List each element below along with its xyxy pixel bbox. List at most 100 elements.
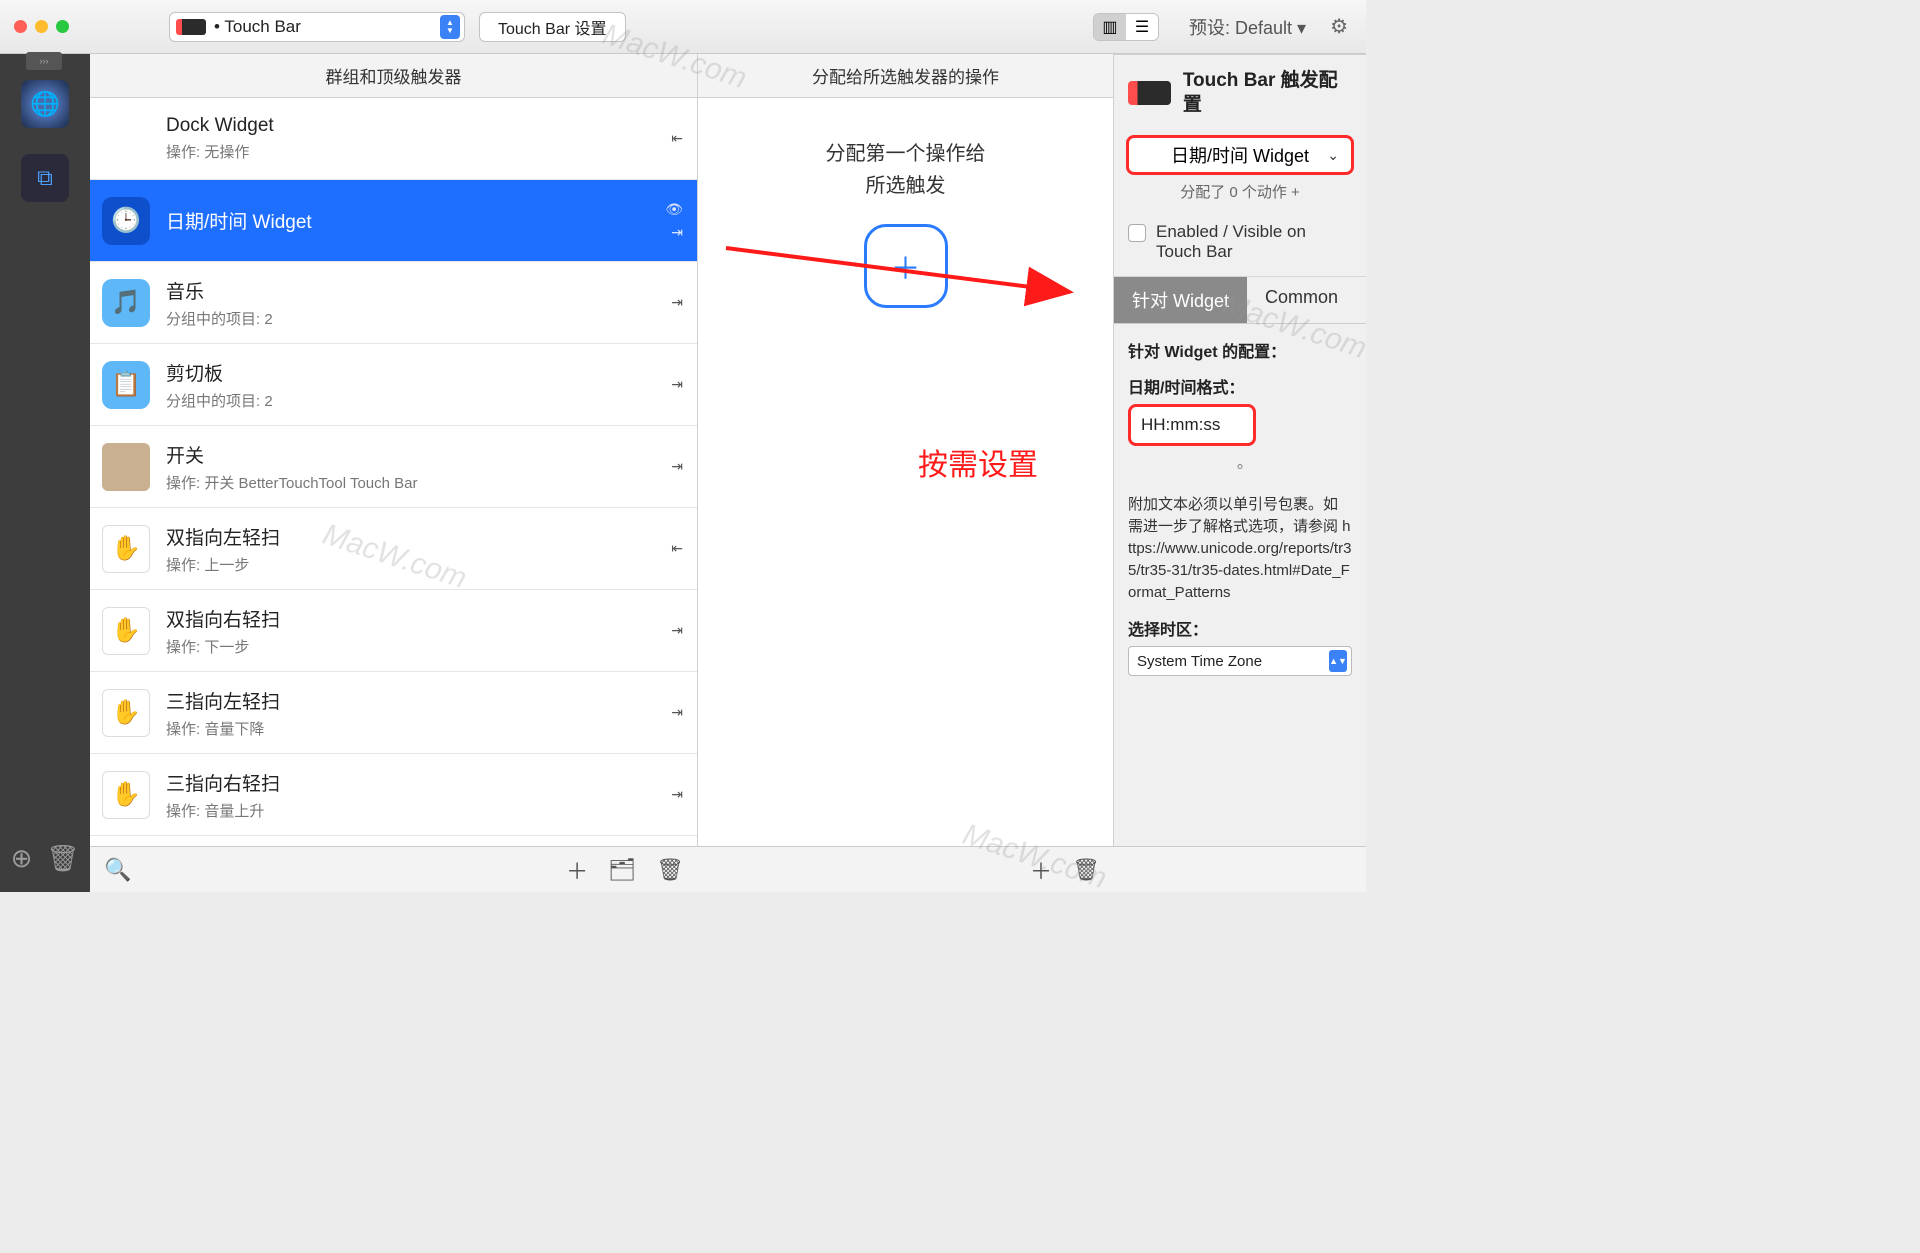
- timezone-select[interactable]: System Time Zone ▲▼: [1128, 646, 1352, 676]
- hand-icon: ✋: [102, 771, 150, 819]
- trigger-row[interactable]: ✋三指向左轻扫操作: 音量下降⇥: [90, 672, 697, 754]
- format-help-text: 附加文本必须以单引号包裹。如需进一步了解格式选项，请参阅 https://www…: [1128, 494, 1352, 604]
- trigger-title: Dock Widget: [166, 115, 274, 137]
- close-icon[interactable]: [14, 20, 27, 33]
- none-icon: [102, 115, 150, 163]
- titlebar: • Touch Bar ▲▼ Touch Bar 设置 ▥ ☰ 预设: Defa…: [0, 0, 1366, 54]
- inspector-toolbar: [1114, 846, 1366, 892]
- avatar-icon: [102, 443, 150, 491]
- add-action-button[interactable]: ＋: [864, 224, 948, 308]
- trigger-subtitle: 分组中的项目: 2: [166, 308, 273, 329]
- trigger-tail-icons: ⇤: [671, 130, 683, 147]
- chevron-updown-icon: ▲▼: [440, 15, 460, 39]
- folder-music-icon: 🎵: [102, 279, 150, 327]
- globe-app-icon[interactable]: 🌐: [21, 80, 69, 128]
- add-action-button-small[interactable]: ＋: [1030, 854, 1052, 886]
- enabled-checkbox-row[interactable]: Enabled / Visible on Touch Bar: [1114, 216, 1366, 277]
- actions-header: 分配给所选触发器的操作: [698, 54, 1113, 98]
- trigger-row[interactable]: 🕒 日期/时间 Widget 👁⇥: [90, 180, 697, 262]
- delete-trigger-button[interactable]: 🗑: [656, 857, 684, 883]
- chevron-down-icon: ⌄: [1327, 147, 1339, 164]
- trigger-row[interactable]: 🎵音乐分组中的项目: 2⇥: [90, 262, 697, 344]
- enabled-label: Enabled / Visible on Touch Bar: [1156, 222, 1352, 262]
- folder-clip-icon: 📋: [102, 361, 150, 409]
- trigger-tail-icons: 👁⇥: [665, 201, 683, 241]
- trigger-subtitle: 操作: 下一步: [166, 636, 280, 657]
- clock-icon: 🕒: [102, 197, 150, 245]
- annotation-text: 按需设置: [918, 440, 1038, 484]
- timezone-label: 选择时区：: [1128, 616, 1352, 640]
- checkbox-icon[interactable]: [1128, 224, 1146, 242]
- widget-config: 针对 Widget 的配置： 日期/时间格式： HH:mm:ss ∘ 附加文本必…: [1114, 324, 1366, 690]
- assign-message: 分配第一个操作给 所选触发: [826, 138, 986, 202]
- tab-widget[interactable]: 针对 Widget: [1114, 277, 1247, 323]
- zoom-icon[interactable]: [56, 20, 69, 33]
- add-trigger-button[interactable]: ＋: [566, 854, 588, 886]
- app-sidebar: ››› 🌐 ⧉ ⊕ 🗑: [0, 54, 90, 892]
- view-list-icon[interactable]: ☰: [1126, 14, 1158, 40]
- trigger-tail-icons: ⇥: [671, 622, 683, 639]
- divider-dot: ∘: [1128, 456, 1352, 476]
- touchbar-selector[interactable]: • Touch Bar ▲▼: [169, 12, 465, 42]
- hand-icon: ✋: [102, 689, 150, 737]
- delete-action-button[interactable]: 🗑: [1072, 857, 1100, 883]
- trigger-row[interactable]: ✋ 三指向右轻扫操作: 音量上升 ⇥: [90, 754, 697, 836]
- chevron-updown-icon: ▲▼: [1329, 650, 1347, 672]
- view-mode-segmented[interactable]: ▥ ☰: [1093, 13, 1159, 41]
- widget-type-dropdown[interactable]: 日期/时间 Widget ⌄: [1126, 135, 1354, 175]
- trigger-row[interactable]: 开关操作: 开关 BetterTouchTool Touch Bar ⇥: [90, 426, 697, 508]
- view-columns-icon[interactable]: ▥: [1094, 14, 1126, 40]
- inspector-tabs: 针对 Widget Common: [1114, 277, 1366, 324]
- trigger-title: 三指向右轻扫: [166, 769, 280, 796]
- trigger-tail-icons: ⇥: [671, 376, 683, 393]
- trigger-tail-icons: ⇤: [671, 540, 683, 557]
- trigger-row[interactable]: 📋 剪切板分组中的项目: 2 ⇥: [90, 344, 697, 426]
- trigger-row[interactable]: ✋双指向左轻扫操作: 上一步⇤: [90, 508, 697, 590]
- assign-message-l2: 所选触发: [826, 170, 986, 202]
- trigger-title: 双指向左轻扫: [166, 523, 280, 550]
- trigger-subtitle: 分组中的项目: 2: [166, 390, 273, 411]
- trigger-title: 开关: [166, 441, 418, 468]
- trigger-row[interactable]: Dock Widget 操作: 无操作 ⇤: [90, 98, 697, 180]
- assign-action-area: 分配第一个操作给 所选触发 ＋: [698, 98, 1113, 846]
- triggers-toolbar: 🔍 ＋ 🗂 🗑: [90, 846, 698, 892]
- touchbar-icon: [176, 19, 206, 35]
- inspector-panel: Touch Bar 触发配置 日期/时间 Widget ⌄ 分配了 0 个动作 …: [1114, 54, 1366, 846]
- hand-icon: ✋: [102, 607, 150, 655]
- trigger-title: 音乐: [166, 277, 273, 304]
- minimize-icon[interactable]: [35, 20, 48, 33]
- trigger-subtitle: 操作: 无操作: [166, 141, 274, 162]
- search-icon[interactable]: 🔍: [104, 857, 131, 883]
- touchbar-selector-label: • Touch Bar: [214, 17, 301, 37]
- folder-icon[interactable]: 🗂: [608, 857, 636, 883]
- trigger-row[interactable]: ✋ 双指向右轻扫操作: 下一步 ⇥: [90, 590, 697, 672]
- add-app-button[interactable]: ⊕: [11, 843, 33, 874]
- touchbar-settings-button[interactable]: Touch Bar 设置: [479, 12, 626, 42]
- trigger-title: 双指向右轻扫: [166, 605, 280, 632]
- gear-icon[interactable]: ⚙: [1330, 14, 1348, 39]
- trigger-subtitle: 操作: 上一步: [166, 554, 280, 575]
- triggers-column: 群组和顶级触发器 Dock Widget 操作: 无操作 ⇤ 🕒 日期/时间 Widge…: [90, 54, 698, 846]
- trigger-subtitle: 操作: 开关 BetterTouchTool Touch Bar: [166, 472, 418, 493]
- date-format-input[interactable]: HH:mm:ss: [1128, 404, 1256, 446]
- window-controls: [14, 20, 69, 33]
- trigger-tail-icons: ⇥: [671, 458, 683, 475]
- triggers-header: 群组和顶级触发器: [90, 54, 697, 98]
- config-heading: 针对 Widget 的配置：: [1128, 338, 1352, 362]
- assigned-actions-note[interactable]: 分配了 0 个动作 +: [1114, 181, 1366, 202]
- touchbar-icon: [1128, 81, 1171, 105]
- tab-common[interactable]: Common: [1247, 277, 1356, 323]
- trigger-subtitle: 操作: 音量上升: [166, 800, 280, 821]
- format-label: 日期/时间格式：: [1128, 374, 1352, 398]
- widget-type-label: 日期/时间 Widget: [1171, 142, 1309, 168]
- trigger-title: 日期/时间 Widget: [166, 207, 312, 234]
- trigger-subtitle: 操作: 音量下降: [166, 718, 280, 739]
- vscode-app-icon[interactable]: ⧉: [21, 154, 69, 202]
- trigger-title: 剪切板: [166, 359, 273, 386]
- trigger-tail-icons: ⇥: [671, 786, 683, 803]
- sidebar-pill-icon[interactable]: ›››: [26, 52, 62, 70]
- touchbar-settings-label: Touch Bar 设置: [498, 15, 607, 39]
- timezone-value: System Time Zone: [1137, 653, 1262, 670]
- delete-app-button[interactable]: 🗑: [46, 843, 79, 874]
- preset-dropdown[interactable]: 预设: Default ▾: [1189, 14, 1306, 40]
